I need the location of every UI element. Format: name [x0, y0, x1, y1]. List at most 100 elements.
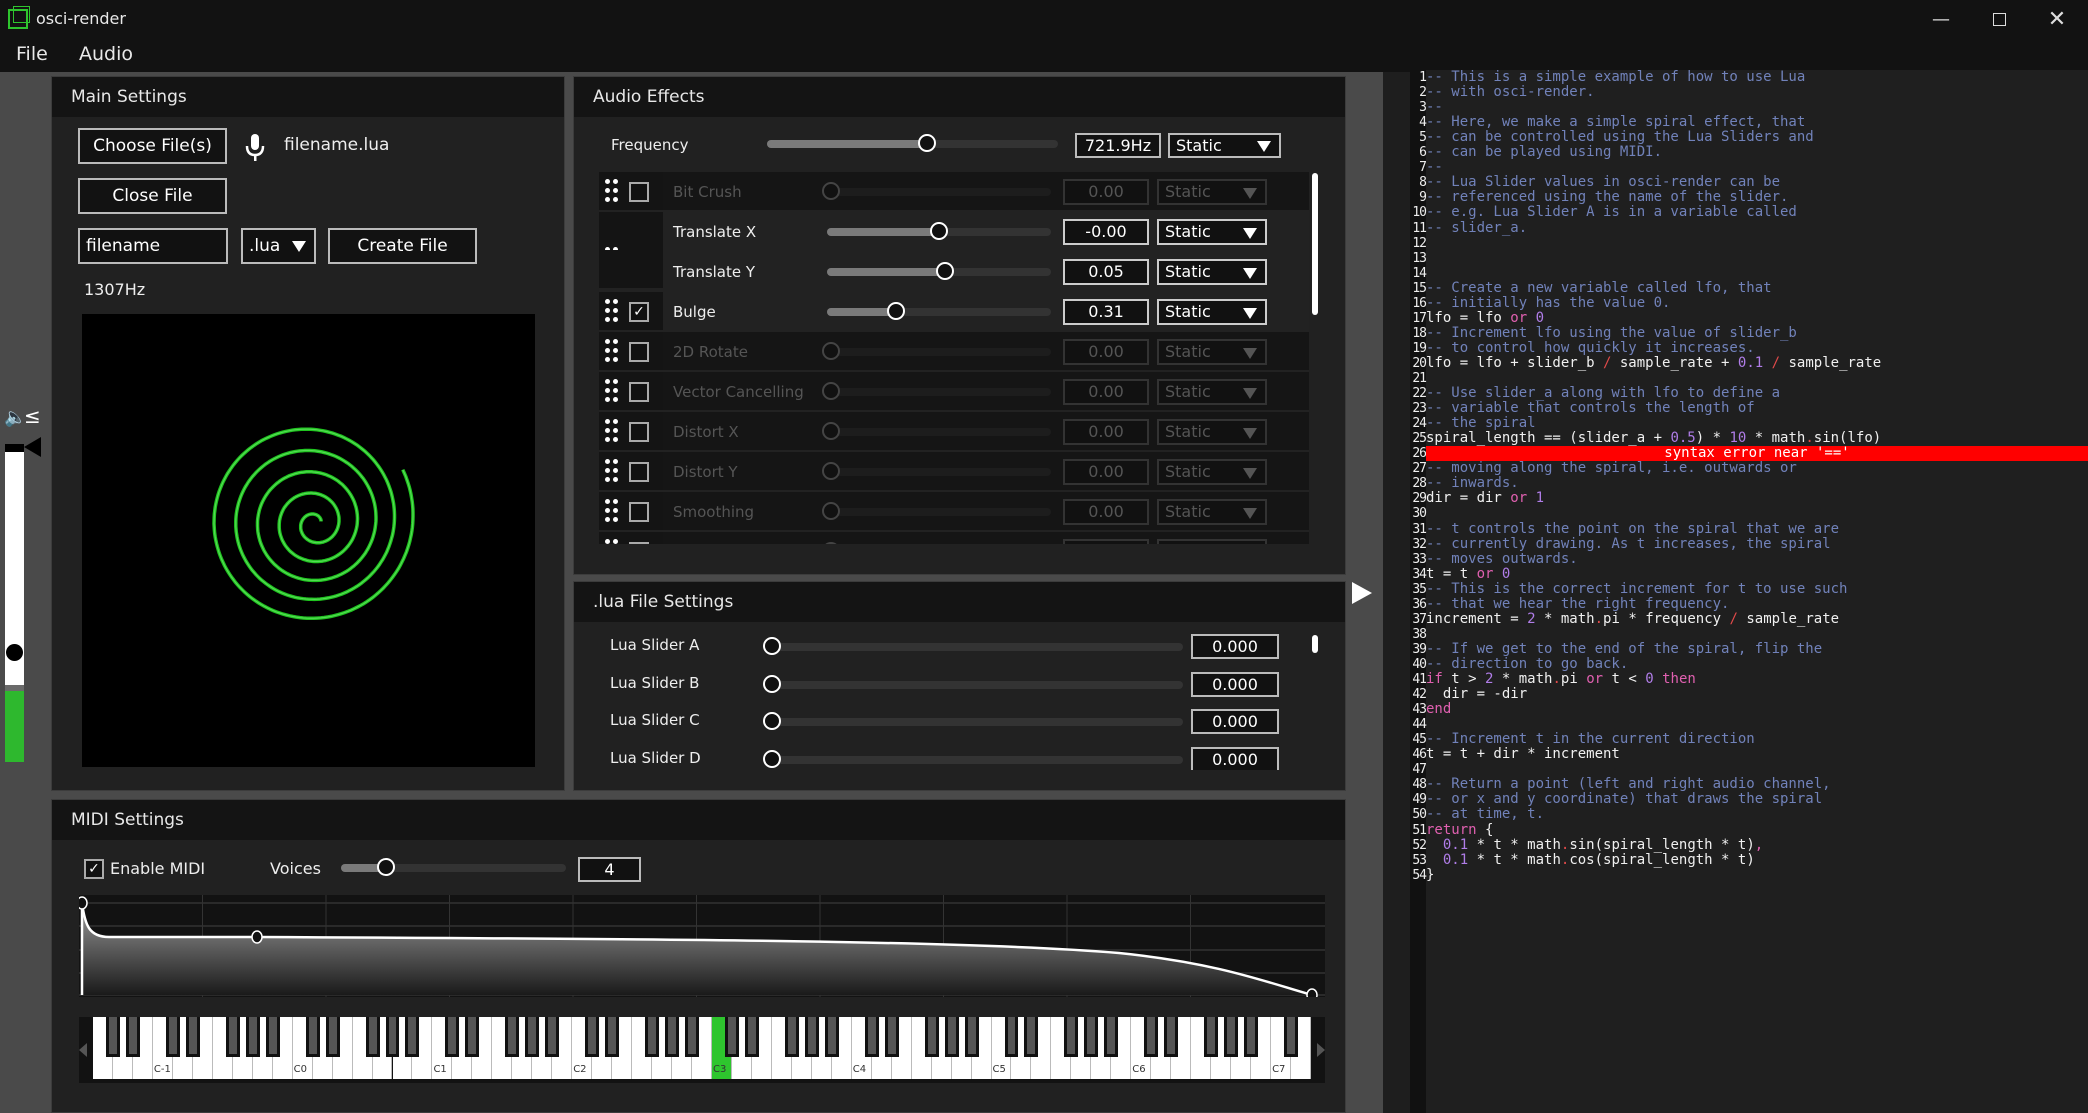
effect-value-input[interactable]: 0.00 [1063, 499, 1149, 525]
piano-black-key[interactable] [685, 1017, 699, 1057]
code-editor[interactable]: 1-- This is a simple example of how to u… [1410, 70, 2088, 1113]
piano-black-key[interactable] [884, 1017, 899, 1057]
effect-enable-checkbox[interactable] [629, 462, 649, 482]
keyboard-scroll-left-icon[interactable] [79, 1043, 87, 1057]
piano-black-key[interactable] [1004, 1017, 1019, 1057]
piano-black-key[interactable] [1084, 1017, 1099, 1057]
piano-black-key[interactable] [125, 1017, 140, 1057]
voices-slider-thumb[interactable] [377, 858, 395, 876]
effect-slider-thumb[interactable] [935, 262, 954, 280]
lua-settings-scrollbar[interactable] [1312, 635, 1318, 653]
frequency-slider[interactable] [767, 134, 1058, 152]
effect-value-input[interactable]: 0.00 [1063, 459, 1149, 485]
piano-black-key[interactable] [445, 1017, 460, 1057]
piano-black-key[interactable] [1284, 1017, 1298, 1057]
oscilloscope-display[interactable] [82, 314, 535, 767]
piano-black-key[interactable] [744, 1017, 759, 1057]
extension-select[interactable]: .lua [241, 228, 316, 264]
lua-slider-value-input[interactable]: 0.000 [1191, 746, 1279, 770]
effect-mode-select[interactable]: Static [1157, 419, 1267, 445]
lua-slider-thumb[interactable] [763, 749, 781, 768]
keyboard-scroll-right-icon[interactable] [1317, 1043, 1325, 1057]
piano-black-key[interactable] [1144, 1017, 1159, 1057]
effect-enable-checkbox[interactable] [629, 502, 649, 522]
maximize-icon[interactable] [1970, 0, 2028, 38]
effect-mode-select[interactable]: Static [1157, 339, 1267, 365]
piano-black-key[interactable] [525, 1017, 540, 1057]
effect-slider-thumb[interactable] [822, 462, 840, 480]
piano-black-key[interactable] [1064, 1017, 1079, 1057]
effect-value-input[interactable]: 0.00 [1063, 339, 1149, 365]
lua-slider[interactable] [763, 637, 1183, 655]
frequency-value-input[interactable]: 721.9Hz [1075, 133, 1161, 158]
piano-black-key[interactable] [1104, 1017, 1119, 1057]
lua-slider[interactable] [763, 749, 1183, 768]
piano-black-key[interactable] [505, 1017, 520, 1057]
effect-slider-thumb[interactable] [930, 222, 948, 240]
effect-value-input[interactable]: 0.00 [1063, 419, 1149, 445]
minimize-icon[interactable]: — [1912, 0, 1970, 38]
effect-slider[interactable] [822, 422, 1051, 440]
piano-black-key[interactable] [804, 1017, 819, 1057]
filename-input[interactable]: filename [78, 228, 228, 264]
piano-black-key[interactable] [325, 1017, 340, 1057]
effect-slider-thumb[interactable] [887, 302, 906, 320]
effect-value-input[interactable]: -0.00 [1063, 219, 1149, 245]
close-icon[interactable]: ✕ [2028, 0, 2086, 38]
effect-value-input[interactable]: 0.00 [1063, 379, 1149, 405]
effect-mode-select[interactable]: Static [1157, 259, 1267, 285]
less-equal-icon[interactable]: ≤ [24, 404, 41, 428]
effect-slider[interactable] [822, 382, 1051, 400]
drag-handle[interactable]: ✓ [599, 212, 663, 270]
piano-black-key[interactable] [265, 1017, 280, 1057]
close-file-button[interactable]: Close File [78, 178, 227, 214]
effect-slider[interactable] [827, 302, 1051, 320]
piano-black-key[interactable] [465, 1017, 480, 1057]
drag-handle[interactable] [599, 492, 663, 530]
piano-black-key[interactable] [225, 1017, 240, 1057]
drag-handle[interactable] [599, 532, 663, 544]
lua-slider-thumb[interactable] [763, 637, 781, 655]
effect-enable-checkbox[interactable] [629, 182, 649, 202]
drag-handle[interactable] [599, 372, 663, 410]
effect-mode-select[interactable]: Static [1157, 499, 1267, 525]
effect-enable-checkbox[interactable] [629, 542, 649, 544]
piano-black-key[interactable] [724, 1017, 739, 1057]
effect-slider[interactable] [822, 342, 1051, 360]
envelope-node[interactable] [1306, 988, 1318, 1002]
piano-black-key[interactable] [105, 1017, 120, 1057]
lua-slider-value-input[interactable]: 0.000 [1191, 634, 1279, 659]
piano-black-key[interactable] [545, 1017, 560, 1057]
effect-mode-select[interactable]: Static [1157, 379, 1267, 405]
play-triangle-icon[interactable] [1352, 582, 1372, 604]
menu-file[interactable]: File [16, 43, 48, 65]
effect-mode-select[interactable]: Static [1157, 539, 1267, 544]
drag-handle[interactable] [599, 452, 663, 490]
drag-handle[interactable] [599, 172, 663, 210]
lua-slider-thumb[interactable] [763, 712, 781, 730]
piano-black-key[interactable] [305, 1017, 320, 1057]
effect-value-input[interactable]: 0.00 [1063, 179, 1149, 205]
effects-scrollbar[interactable] [1312, 173, 1318, 315]
effect-slider-thumb[interactable] [822, 342, 840, 360]
volume-knob[interactable] [6, 644, 23, 661]
effect-enable-checkbox[interactable] [629, 342, 649, 362]
piano-black-key[interactable] [585, 1017, 600, 1057]
effect-enable-checkbox[interactable]: ✓ [629, 302, 649, 322]
effect-slider[interactable] [822, 182, 1051, 200]
effect-enable-checkbox[interactable] [629, 382, 649, 402]
choose-files-button[interactable]: Choose File(s) [78, 128, 227, 164]
piano-black-key[interactable] [165, 1017, 180, 1057]
effect-slider-thumb[interactable] [822, 542, 840, 544]
envelope-node[interactable] [251, 930, 263, 944]
effect-slider-thumb[interactable] [822, 422, 840, 440]
menu-audio[interactable]: Audio [79, 43, 133, 65]
effect-slider[interactable] [827, 262, 1051, 280]
piano-black-key[interactable] [385, 1017, 400, 1057]
voices-input[interactable]: 4 [578, 857, 641, 882]
effect-mode-select[interactable]: Static [1157, 219, 1267, 245]
piano-black-key[interactable] [784, 1017, 799, 1057]
microphone-icon[interactable] [244, 133, 266, 163]
effect-enable-checkbox[interactable] [629, 422, 649, 442]
lua-slider-value-input[interactable]: 0.000 [1191, 671, 1279, 697]
